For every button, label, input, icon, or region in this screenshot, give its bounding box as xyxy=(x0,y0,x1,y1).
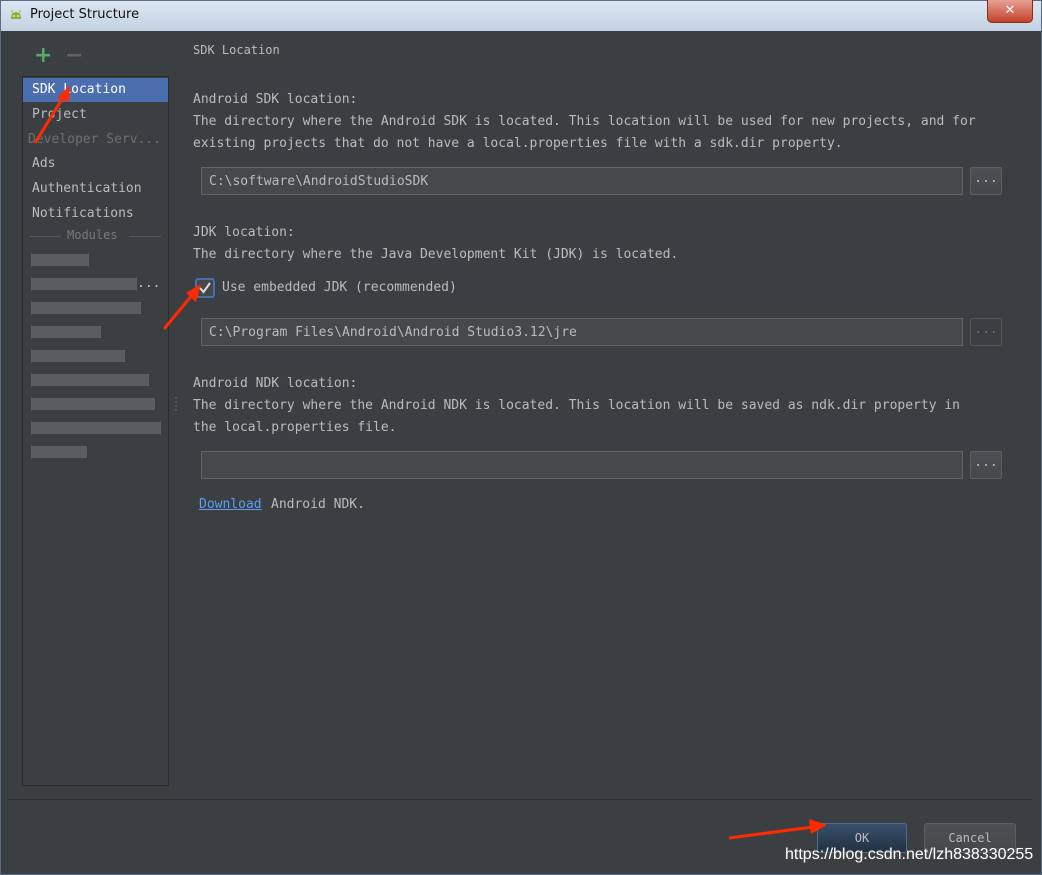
download-ndk-link[interactable]: Download xyxy=(199,497,262,512)
module-item-redacted[interactable] xyxy=(31,422,161,434)
close-button[interactable]: ✕ xyxy=(987,0,1033,23)
sdk-description-line-2: existing projects that do not have a loc… xyxy=(193,136,843,151)
module-item-redacted[interactable] xyxy=(31,350,125,362)
sidebar-item-authentication[interactable]: Authentication xyxy=(23,177,168,201)
module-item-redacted[interactable] xyxy=(31,374,149,386)
modules-header: Modules xyxy=(67,228,118,242)
project-structure-window: Project Structure ✕ + − SDK Location Pro… xyxy=(0,0,1042,875)
sidebar-item-sdk-location[interactable]: SDK Location xyxy=(23,78,168,102)
module-item-redacted[interactable] xyxy=(31,302,141,314)
separator-line-right xyxy=(129,236,161,237)
use-embedded-jdk-checkbox[interactable] xyxy=(195,278,215,298)
splitter-handle[interactable]: · · · · xyxy=(173,394,179,416)
window-title: Project Structure xyxy=(30,7,140,22)
jdk-location-label: JDK location: xyxy=(193,225,295,240)
sdk-path-input[interactable] xyxy=(201,167,963,195)
sidebar-item-notifications[interactable]: Notifications xyxy=(23,202,168,226)
sidebar-item-developer-services: Developer Serv... xyxy=(28,132,162,147)
jdk-browse-button: ... xyxy=(970,318,1002,346)
sidebar-list: SDK Location Project Developer Serv... A… xyxy=(22,76,169,786)
download-ndk-text: Android NDK. xyxy=(271,497,365,512)
add-icon[interactable]: + xyxy=(34,45,52,67)
checkmark-icon xyxy=(199,282,211,294)
ndk-description-line-2: the local.properties file. xyxy=(193,420,397,435)
sdk-location-label: Android SDK location: xyxy=(193,92,358,107)
sidebar-item-ads[interactable]: Ads xyxy=(23,152,168,176)
module-item-redacted[interactable] xyxy=(31,398,155,410)
dialog-body: + − SDK Location Project Developer Serv.… xyxy=(9,31,1033,869)
title-bar: Project Structure ✕ xyxy=(1,0,1041,31)
use-embedded-jdk-label[interactable]: Use embedded JDK (recommended) xyxy=(222,280,457,295)
module-item-redacted[interactable] xyxy=(31,254,89,266)
module-item-redacted[interactable] xyxy=(31,326,101,338)
separator-line-left xyxy=(29,236,61,237)
module-item-redacted[interactable] xyxy=(31,446,87,458)
module-item-redacted[interactable] xyxy=(31,278,137,290)
jdk-path-input[interactable] xyxy=(201,318,963,346)
footer-divider xyxy=(9,799,1033,800)
sidebar-item-project[interactable]: Project xyxy=(23,103,168,127)
sdk-description-line-1: The directory where the Android SDK is l… xyxy=(193,114,976,129)
ndk-browse-button[interactable]: ... xyxy=(970,451,1002,479)
ndk-description-line-1: The directory where the Android NDK is l… xyxy=(193,398,961,413)
remove-icon: − xyxy=(65,43,84,68)
jdk-description: The directory where the Java Development… xyxy=(193,247,679,262)
watermark: https://blog.csdn.net/lzh838330255 xyxy=(785,846,1034,863)
more-indicator: ... xyxy=(137,276,161,291)
page-title: SDK Location xyxy=(193,43,280,57)
ndk-location-label: Android NDK location: xyxy=(193,376,358,391)
modules-separator: Modules xyxy=(29,228,161,244)
android-icon xyxy=(11,9,21,19)
sdk-browse-button[interactable]: ... xyxy=(970,167,1002,195)
ndk-path-input[interactable] xyxy=(201,451,963,479)
